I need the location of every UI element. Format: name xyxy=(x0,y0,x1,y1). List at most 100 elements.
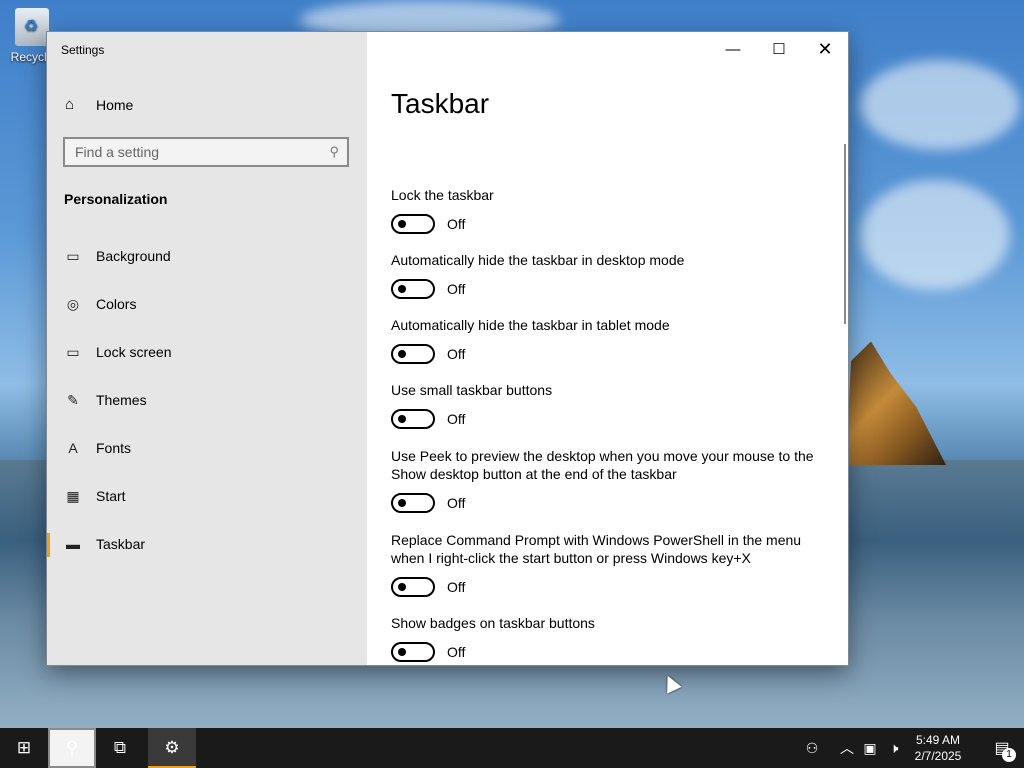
sidebar-item-taskbar[interactable]: ▬ Taskbar xyxy=(47,520,367,568)
toggle-knob xyxy=(398,415,406,423)
setting-label: Lock the taskbar xyxy=(391,187,494,203)
sidebar-item-label: Lock screen xyxy=(96,344,172,360)
toggle-knob xyxy=(398,350,406,358)
toggle-switch[interactable] xyxy=(391,493,435,513)
desktop-cloud xyxy=(860,60,1020,150)
maximize-icon: ☐ xyxy=(772,41,786,58)
network-icon: ▣ xyxy=(863,739,877,756)
toggle-state: Off xyxy=(447,579,466,595)
palette-icon: ◎ xyxy=(66,295,80,312)
main-content: Taskbar Lock the taskbar Off Automatical… xyxy=(367,32,848,665)
fonts-icon: A xyxy=(68,440,78,456)
setting-small-buttons: Use small taskbar buttons Off xyxy=(391,381,831,429)
taskbar-settings-app[interactable]: ⚙ xyxy=(148,728,196,768)
people-button[interactable]: ⚇ xyxy=(800,728,824,768)
toggle-switch[interactable] xyxy=(391,214,435,234)
search-input[interactable] xyxy=(65,139,335,165)
setting-autohide-tablet: Automatically hide the taskbar in tablet… xyxy=(391,316,831,364)
volume-tray-icon[interactable]: 🕨 xyxy=(884,728,904,768)
sidebar-item-label: Background xyxy=(96,248,171,264)
settings-window: ⌂ Home ⚲ Personalization ▭ Background ◎ … xyxy=(47,32,848,665)
toggle-state: Off xyxy=(447,495,466,511)
toggle-state: Off xyxy=(447,216,466,232)
sidebar-item-colors[interactable]: ◎ Colors xyxy=(47,280,367,328)
toggle-switch[interactable] xyxy=(391,409,435,429)
toggle-knob xyxy=(398,499,406,507)
sidebar-item-label: Themes xyxy=(96,392,147,408)
section-title: Personalization xyxy=(64,191,168,207)
sidebar-item-label: Start xyxy=(96,488,126,504)
taskbar: ⊞ ⚲ ⧉ ⚙ ⚇ ︿ ▣ 🕨 5:49 AM 2/7/2025 ▤ 1 xyxy=(0,728,1024,768)
clock[interactable]: 5:49 AM 2/7/2025 xyxy=(906,732,970,764)
toggle-switch[interactable] xyxy=(391,577,435,597)
themes-icon: ✎ xyxy=(67,391,79,408)
sidebar-item-background[interactable]: ▭ Background xyxy=(47,232,367,280)
minimize-icon: — xyxy=(725,40,741,58)
sidebar-item-start[interactable]: ▦ Start xyxy=(47,472,367,520)
setting-powershell: Replace Command Prompt with Windows Powe… xyxy=(391,531,831,597)
volume-muted-icon: 🕨 xyxy=(889,739,899,756)
toggle-state: Off xyxy=(447,411,466,427)
task-view-button[interactable]: ⧉ xyxy=(96,728,144,768)
close-button[interactable]: ✕ xyxy=(802,32,848,66)
search-box: ⚲ xyxy=(63,137,349,167)
sidebar-item-label: Fonts xyxy=(96,440,132,456)
toggle-state: Off xyxy=(447,346,466,362)
action-center-button[interactable]: ▤ 1 xyxy=(980,728,1024,768)
toggle-knob xyxy=(398,285,406,293)
recycle-bin-icon xyxy=(15,8,49,46)
toggle-state: Off xyxy=(447,281,466,297)
sidebar: ⌂ Home ⚲ Personalization ▭ Background ◎ … xyxy=(47,32,367,665)
lock-screen-icon: ▭ xyxy=(66,343,80,360)
setting-badges: Show badges on taskbar buttons Off xyxy=(391,614,831,662)
setting-peek: Use Peek to preview the desktop when you… xyxy=(391,447,831,513)
taskbar-search-button[interactable]: ⚲ xyxy=(48,728,96,768)
scrollbar[interactable] xyxy=(844,144,846,324)
window-title: Settings xyxy=(61,43,105,57)
desktop-rock xyxy=(846,341,946,465)
sidebar-item-label: Taskbar xyxy=(96,536,146,552)
toggle-switch[interactable] xyxy=(391,344,435,364)
show-hidden-icons-button[interactable]: ︿ xyxy=(838,728,856,768)
setting-label: Use small taskbar buttons xyxy=(391,382,553,398)
sidebar-item-themes[interactable]: ✎ Themes xyxy=(47,376,367,424)
setting-lock-taskbar: Lock the taskbar Off xyxy=(391,186,831,234)
start-button[interactable]: ⊞ xyxy=(0,728,48,768)
sidebar-home[interactable]: ⌂ Home xyxy=(65,96,133,113)
chevron-up-icon: ︿ xyxy=(840,740,854,756)
taskbar-icon: ▬ xyxy=(66,536,80,552)
setting-label: Use Peek to preview the desktop when you… xyxy=(391,448,814,482)
network-tray-icon[interactable]: ▣ xyxy=(860,728,880,768)
search-icon: ⚲ xyxy=(65,738,79,757)
page-title: Taskbar xyxy=(391,88,490,119)
toggle-knob xyxy=(398,648,406,656)
clock-time: 5:49 AM xyxy=(915,733,961,747)
search-icon[interactable]: ⚲ xyxy=(329,144,339,160)
close-icon: ✕ xyxy=(817,38,833,59)
title-bar[interactable]: Settings — ☐ ✕ xyxy=(47,32,848,66)
start-icon: ▦ xyxy=(66,487,80,504)
maximize-button[interactable]: ☐ xyxy=(756,32,802,66)
windows-logo-icon: ⊞ xyxy=(16,738,32,757)
sidebar-item-label: Colors xyxy=(96,296,137,312)
setting-autohide-desktop: Automatically hide the taskbar in deskto… xyxy=(391,251,831,299)
notification-count-badge: 1 xyxy=(1002,748,1016,762)
sidebar-item-lock-screen[interactable]: ▭ Lock screen xyxy=(47,328,367,376)
toggle-knob xyxy=(398,583,406,591)
setting-label: Automatically hide the taskbar in deskto… xyxy=(391,252,685,268)
sidebar-item-fonts[interactable]: A Fonts xyxy=(47,424,367,472)
setting-label: Replace Command Prompt with Windows Powe… xyxy=(391,532,802,566)
gear-icon: ⚙ xyxy=(164,738,180,757)
toggle-switch[interactable] xyxy=(391,642,435,662)
setting-label: Automatically hide the taskbar in tablet… xyxy=(391,317,670,333)
minimize-button[interactable]: — xyxy=(710,32,756,66)
home-icon: ⌂ xyxy=(65,96,75,113)
picture-icon: ▭ xyxy=(66,247,80,264)
home-label: Home xyxy=(96,96,134,113)
task-view-icon: ⧉ xyxy=(113,738,127,757)
toggle-state: Off xyxy=(447,644,466,660)
setting-label: Show badges on taskbar buttons xyxy=(391,615,595,631)
sidebar-nav: ▭ Background ◎ Colors ▭ Lock screen ✎ Th… xyxy=(47,232,367,568)
desktop-cloud xyxy=(860,180,1010,290)
toggle-switch[interactable] xyxy=(391,279,435,299)
